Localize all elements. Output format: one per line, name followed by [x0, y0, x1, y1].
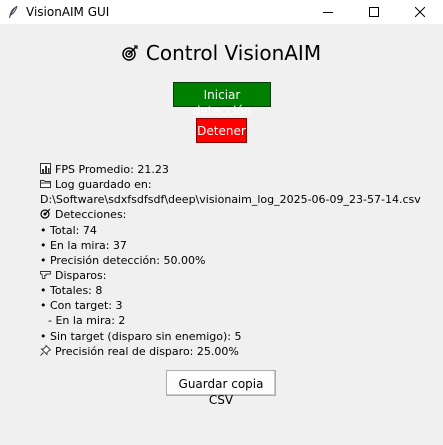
bar-chart-icon	[40, 163, 51, 174]
log-label-line: Log guardado en:	[40, 177, 421, 192]
detections-total: • Total: 74	[40, 223, 97, 237]
pushpin-icon	[40, 344, 52, 356]
real-precision-text: Precisión real de disparo: 25.00%	[55, 344, 239, 358]
maximize-button[interactable]	[351, 0, 397, 24]
close-button[interactable]	[397, 0, 443, 24]
detection-precision: • Precisión detección: 50.00%	[40, 253, 206, 267]
target-icon	[122, 41, 138, 61]
pistol-icon	[40, 269, 51, 280]
shots-total: • Totales: 8	[40, 284, 103, 298]
close-icon	[415, 7, 425, 17]
page-title-text: Control VisionAIM	[145, 41, 322, 65]
stop-button[interactable]: Detener	[196, 118, 247, 143]
page-title: Control VisionAIM	[0, 40, 443, 66]
maximize-icon	[369, 7, 379, 17]
start-detection-button[interactable]: Iniciar detección	[173, 82, 271, 118]
detections-header: Detecciones:	[55, 208, 127, 222]
shots-on-target: - En la mira: 2	[48, 314, 126, 328]
minimize-icon	[323, 12, 333, 13]
target-icon	[40, 208, 51, 220]
shots-header: Disparos:	[55, 268, 107, 282]
minimize-button[interactable]	[305, 0, 351, 24]
detections-header-line: Detecciones:	[40, 207, 421, 222]
real-precision-line: Precisión real de disparo: 25.00%	[40, 344, 421, 359]
stats-panel: FPS Promedio: 21.23 Log guardado en: D:\…	[40, 162, 421, 359]
save-csv-button[interactable]: Guardar copia CSV	[166, 370, 276, 407]
fps-text: FPS Promedio: 21.23	[55, 163, 169, 176]
fps-line: FPS Promedio: 21.23	[40, 162, 421, 177]
log-label: Log guardado en:	[55, 178, 152, 192]
shots-without-target: • Sin target (disparo sin enemigo): 5	[40, 329, 242, 343]
folder-icon	[40, 178, 51, 189]
shots-with-target: • Con target: 3	[40, 299, 123, 313]
detections-on-target: • En la mira: 37	[40, 238, 127, 252]
feather-icon	[7, 4, 19, 18]
shots-header-line: Disparos:	[40, 268, 421, 283]
log-path: D:\Software\sdxfsdfsdf\deep\visionaim_lo…	[40, 193, 421, 207]
title-bar[interactable]: VisionAIM GUI	[0, 0, 443, 24]
window-title: VisionAIM GUI	[26, 5, 110, 19]
